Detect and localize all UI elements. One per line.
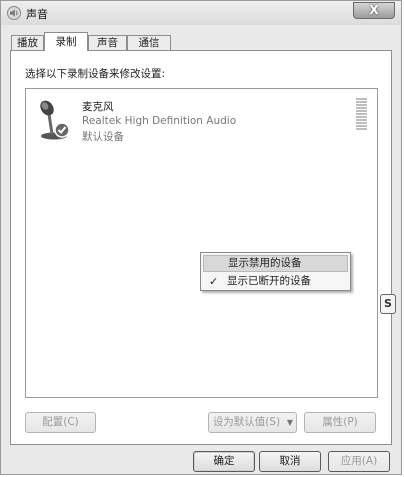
speaker-icon: [7, 6, 21, 20]
menu-item-label: 显示已断开的设备: [227, 275, 311, 287]
device-name: 麦克风: [82, 101, 114, 113]
device-driver: Realtek High Definition Audio: [82, 115, 237, 127]
configure-button[interactable]: 配置(C): [25, 412, 96, 433]
device-list[interactable]: 麦克风 Realtek High Definition Audio 默认设备 显…: [25, 88, 378, 398]
set-default-dropdown-arrow[interactable]: ▼: [284, 412, 297, 433]
tab-recording[interactable]: 录制: [44, 32, 88, 51]
tab-sounds[interactable]: 声音: [88, 35, 127, 50]
context-menu: 显示禁用的设备 ✓ 显示已断开的设备: [200, 252, 351, 291]
set-default-button[interactable]: 设为默认值(S): [208, 412, 285, 433]
green-check-icon: [54, 122, 70, 138]
menu-item-show-disconnected[interactable]: ✓ 显示已断开的设备: [203, 273, 348, 290]
tab-communications[interactable]: 通信: [127, 35, 171, 50]
cancel-button[interactable]: 取消: [259, 451, 321, 472]
title-bar[interactable]: 声音 X: [1, 1, 401, 25]
properties-button[interactable]: 属性(P): [304, 412, 376, 433]
menu-item-label: 显示禁用的设备: [228, 257, 302, 269]
window-title: 声音: [26, 8, 48, 21]
device-status: 默认设备: [82, 131, 124, 143]
close-button[interactable]: X: [353, 2, 395, 19]
sound-dialog: 声音 X 播放 录制 声音 通信 选择以下录制设备来修改设置: 麦克风 Real…: [0, 0, 402, 475]
tab-playback[interactable]: 播放: [11, 35, 44, 50]
ok-button[interactable]: 确定: [193, 451, 255, 472]
instruction-text: 选择以下录制设备来修改设置:: [25, 68, 166, 80]
microphone-icon: [40, 100, 70, 140]
side-badge-icon[interactable]: S: [380, 294, 396, 314]
level-meter: [356, 98, 367, 132]
recording-panel: 选择以下录制设备来修改设置: 麦克风 Realtek High Definiti…: [10, 50, 392, 445]
apply-button[interactable]: 应用(A): [328, 451, 390, 472]
menu-item-show-disabled[interactable]: 显示禁用的设备: [203, 255, 348, 272]
checkmark-icon: ✓: [209, 275, 219, 288]
